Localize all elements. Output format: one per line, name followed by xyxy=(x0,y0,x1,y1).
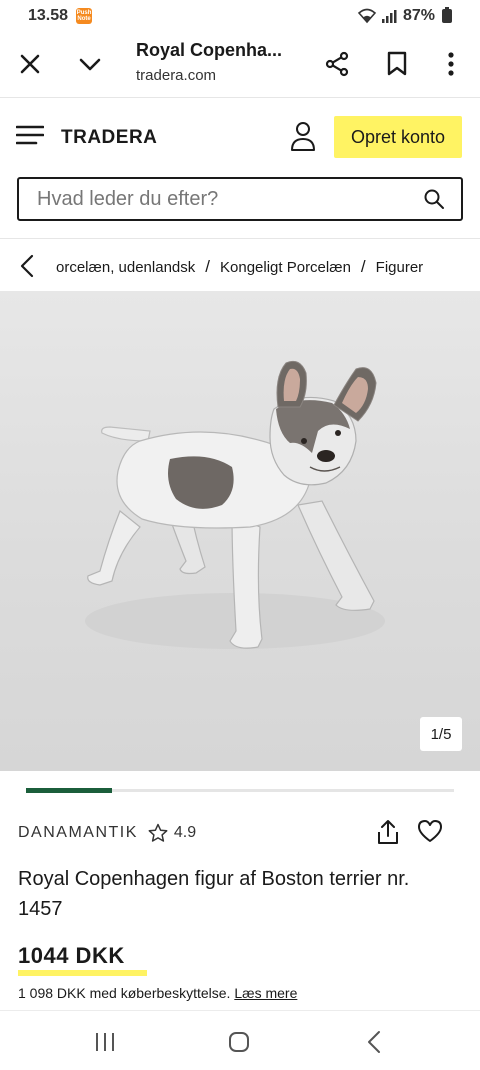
heart-icon[interactable] xyxy=(416,818,444,849)
bookmark-icon[interactable] xyxy=(377,44,417,84)
status-right: 87% xyxy=(357,7,452,25)
product-title: Royal Copenhagen figur af Boston terrier… xyxy=(18,868,410,920)
price-highlight xyxy=(18,970,147,976)
page-title: Royal Copenha... xyxy=(136,40,283,60)
signal-icon xyxy=(381,10,397,23)
signup-button[interactable]: Opret konto xyxy=(334,116,462,158)
chevron-down-icon[interactable] xyxy=(70,44,110,84)
wifi-icon xyxy=(357,8,377,24)
page-url: tradera.com xyxy=(136,67,217,84)
browser-title-block[interactable]: Royal Copenha... tradera.com xyxy=(136,40,296,84)
android-nav-bar xyxy=(0,1010,480,1070)
close-icon[interactable] xyxy=(10,44,50,84)
gallery-progress-fill xyxy=(26,788,112,793)
breadcrumb-item[interactable]: Kongeligt Porcelæn xyxy=(220,259,351,276)
breadcrumb-items: orcelæn, udenlandsk / Kongeligt Porcelæn… xyxy=(56,257,423,277)
product-image[interactable]: 1/5 xyxy=(0,291,480,771)
home-icon[interactable] xyxy=(228,1031,250,1058)
back-icon[interactable] xyxy=(364,1029,384,1060)
breadcrumb-separator: / xyxy=(360,257,366,276)
search-box[interactable] xyxy=(17,177,463,221)
breadcrumb: orcelæn, udenlandsk / Kongeligt Porcelæn… xyxy=(0,246,480,286)
status-time: 13.58 xyxy=(28,7,69,24)
buyer-protection-text: 1 098 DKK med køberbeskyttelse. xyxy=(18,985,231,1001)
read-more-link[interactable]: Læs mere xyxy=(234,985,297,1001)
star-icon xyxy=(148,823,168,843)
buyer-protection: 1 098 DKK med køberbeskyttelse. Læs mere xyxy=(18,985,297,1001)
menu-icon[interactable] xyxy=(15,124,45,151)
breadcrumb-item-current[interactable]: Figurer xyxy=(376,259,424,276)
tradera-logo[interactable]: TRADERA xyxy=(61,127,157,149)
search-input[interactable] xyxy=(37,187,423,211)
status-bar: 13.58 Push Note 87% xyxy=(0,0,480,32)
header-divider xyxy=(0,238,480,239)
search-icon[interactable] xyxy=(423,188,445,210)
product-price: 1044 DKK xyxy=(18,943,125,968)
battery-level: 87% xyxy=(402,7,435,24)
share-icon[interactable] xyxy=(376,818,400,851)
notification-icon: Push Note xyxy=(76,8,93,24)
breadcrumb-separator: / xyxy=(205,257,210,276)
share-icon[interactable] xyxy=(317,44,357,84)
more-icon[interactable] xyxy=(431,44,471,84)
seller-name[interactable]: DANAMANTIK xyxy=(18,824,138,842)
site-header: TRADERA Opret konto xyxy=(0,98,480,178)
image-counter: 1/5 xyxy=(420,717,462,751)
browser-toolbar: Royal Copenha... tradera.com xyxy=(0,32,480,98)
dog-figurine-illustration xyxy=(85,360,385,649)
seller-rating: 4.9 xyxy=(173,824,197,841)
battery-icon xyxy=(442,7,452,23)
breadcrumb-back-icon[interactable] xyxy=(16,252,40,284)
seller-row: DANAMANTIK 4.9 xyxy=(18,818,464,848)
recent-apps-icon[interactable] xyxy=(94,1031,116,1058)
user-icon[interactable] xyxy=(288,120,318,157)
gallery-progress-track xyxy=(26,788,454,793)
breadcrumb-item[interactable]: orcelæn, udenlandsk xyxy=(56,259,195,276)
